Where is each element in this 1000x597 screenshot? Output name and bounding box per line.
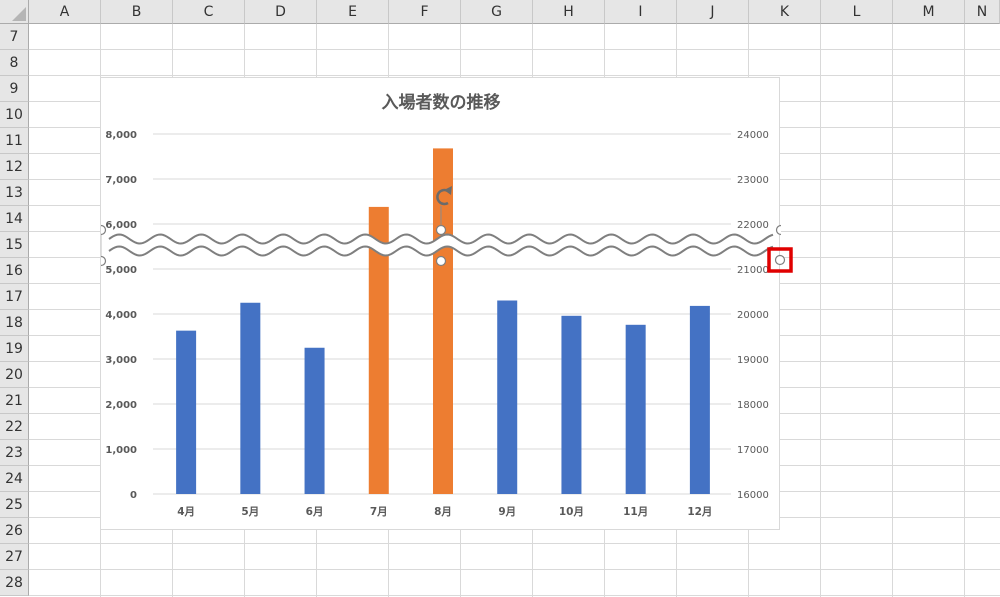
row-header-26[interactable]: 26 bbox=[0, 518, 29, 544]
column-header-k[interactable]: K bbox=[749, 0, 821, 24]
category-label: 5月 bbox=[241, 506, 259, 518]
category-label: 10月 bbox=[559, 506, 584, 518]
category-label: 4月 bbox=[177, 506, 195, 518]
chart-bars bbox=[176, 148, 710, 494]
category-label: 12月 bbox=[687, 506, 712, 518]
column-gridline bbox=[964, 24, 965, 597]
column-header-d[interactable]: D bbox=[245, 0, 317, 24]
column-header-n[interactable]: N bbox=[965, 0, 1000, 24]
row-header-21[interactable]: 21 bbox=[0, 388, 29, 414]
resize-handle-top-left[interactable] bbox=[101, 224, 107, 236]
category-label: 8月 bbox=[434, 506, 452, 518]
primary-axis-tick-label: 1,000 bbox=[105, 445, 137, 456]
secondary-axis-tick-label: 23000 bbox=[737, 175, 769, 186]
column-gridline bbox=[892, 24, 893, 597]
bar-11月[interactable] bbox=[625, 324, 646, 494]
bar-5月[interactable] bbox=[240, 302, 261, 494]
primary-axis-tick-label: 6,000 bbox=[105, 220, 137, 231]
category-axis-labels: 4月 5月 6月 7月 8月 9月 10月 11月 12月 bbox=[177, 506, 712, 518]
row-header-8[interactable]: 8 bbox=[0, 50, 29, 76]
row-gridline bbox=[29, 49, 1000, 50]
secondary-axis-tick-label: 17000 bbox=[737, 445, 769, 456]
row-header-17[interactable]: 17 bbox=[0, 284, 29, 310]
column-header-j[interactable]: J bbox=[677, 0, 749, 24]
resize-handle-bottom-left[interactable] bbox=[101, 255, 107, 267]
secondary-axis-tick-label: 18000 bbox=[737, 400, 769, 411]
row-header-12[interactable]: 12 bbox=[0, 154, 29, 180]
row-gridline bbox=[29, 595, 1000, 596]
column-header-e[interactable]: E bbox=[317, 0, 389, 24]
column-header-g[interactable]: G bbox=[461, 0, 533, 24]
secondary-axis-tick-label: 20000 bbox=[737, 310, 769, 321]
resize-handle-top-right[interactable] bbox=[775, 224, 782, 236]
row-header-20[interactable]: 20 bbox=[0, 362, 29, 388]
primary-axis-labels: 0 1,000 2,000 3,000 4,000 5,000 6,000 7,000 8,00… bbox=[105, 130, 137, 501]
primary-axis-tick-label: 4,000 bbox=[105, 310, 137, 321]
row-header-24[interactable]: 24 bbox=[0, 466, 29, 492]
bar-8月[interactable] bbox=[433, 148, 453, 494]
category-label: 11月 bbox=[623, 506, 648, 518]
row-header-10[interactable]: 10 bbox=[0, 102, 29, 128]
row-header-13[interactable]: 13 bbox=[0, 180, 29, 206]
category-label: 9月 bbox=[498, 506, 516, 518]
bar-4月[interactable] bbox=[176, 330, 197, 494]
primary-axis-tick-label: 5,000 bbox=[105, 265, 137, 276]
resize-handle-bottom-middle[interactable] bbox=[435, 255, 447, 267]
secondary-axis-tick-label: 19000 bbox=[737, 355, 769, 366]
chart-title[interactable]: 入場者数の推移 bbox=[382, 92, 501, 113]
primary-axis-tick-label: 3,000 bbox=[105, 355, 137, 366]
column-header-m[interactable]: M bbox=[893, 0, 965, 24]
bar-6月[interactable] bbox=[304, 347, 325, 494]
secondary-axis-labels: 16000 17000 18000 19000 20000 21000 22000 23000… bbox=[737, 130, 769, 501]
secondary-axis-tick-label: 22000 bbox=[737, 220, 769, 231]
row-header-23[interactable]: 23 bbox=[0, 440, 29, 466]
row-gridline bbox=[29, 75, 1000, 76]
row-header-15[interactable]: 15 bbox=[0, 232, 29, 258]
select-all-triangle-icon bbox=[12, 7, 26, 21]
primary-axis-tick-label: 0 bbox=[130, 490, 137, 501]
bar-12月[interactable] bbox=[689, 305, 710, 494]
column-header-c[interactable]: C bbox=[173, 0, 245, 24]
row-header-28[interactable]: 28 bbox=[0, 570, 29, 596]
category-label: 6月 bbox=[306, 506, 324, 518]
chart-area[interactable]: 0 1,000 2,000 3,000 4,000 5,000 6,000 7,000 8,00… bbox=[100, 77, 782, 530]
select-all-corner[interactable] bbox=[0, 0, 29, 24]
row-header-25[interactable]: 25 bbox=[0, 492, 29, 518]
column-header-f[interactable]: F bbox=[389, 0, 461, 24]
bar-chart: 0 1,000 2,000 3,000 4,000 5,000 6,000 7,000 8,00… bbox=[101, 92, 782, 518]
row-gridline bbox=[29, 543, 1000, 544]
primary-axis-tick-label: 8,000 bbox=[105, 130, 137, 141]
row-header-16[interactable]: 16 bbox=[0, 258, 29, 284]
row-header-14[interactable]: 14 bbox=[0, 206, 29, 232]
secondary-axis-tick-label: 16000 bbox=[737, 490, 769, 501]
row-header-18[interactable]: 18 bbox=[0, 310, 29, 336]
spreadsheet-grid[interactable]: ABCDEFGHIJKLMN 7 8 9 10 11 12 13 14 15 16 17 18 19 20… bbox=[0, 0, 1000, 597]
row-header-11[interactable]: 11 bbox=[0, 128, 29, 154]
bar-10月[interactable] bbox=[561, 315, 582, 494]
primary-axis-tick-label: 2,000 bbox=[105, 400, 137, 411]
row-header-19[interactable]: 19 bbox=[0, 336, 29, 362]
primary-axis-tick-label: 7,000 bbox=[105, 175, 137, 186]
column-header-b[interactable]: B bbox=[101, 0, 173, 24]
column-header-l[interactable]: L bbox=[821, 0, 893, 24]
secondary-axis-tick-label: 24000 bbox=[737, 130, 769, 141]
category-label: 7月 bbox=[370, 506, 388, 518]
row-header-22[interactable]: 22 bbox=[0, 414, 29, 440]
secondary-axis-tick-label: 21000 bbox=[737, 265, 769, 276]
row-header-7[interactable]: 7 bbox=[0, 24, 29, 50]
column-gridline bbox=[820, 24, 821, 597]
row-header-9[interactable]: 9 bbox=[0, 76, 29, 102]
row-header-27[interactable]: 27 bbox=[0, 544, 29, 570]
resize-handle-top-middle[interactable] bbox=[435, 224, 447, 236]
column-header-h[interactable]: H bbox=[533, 0, 605, 24]
column-header-i[interactable]: I bbox=[605, 0, 677, 24]
bar-9月[interactable] bbox=[497, 300, 518, 495]
column-header-a[interactable]: A bbox=[29, 0, 101, 24]
row-gridline bbox=[29, 569, 1000, 570]
